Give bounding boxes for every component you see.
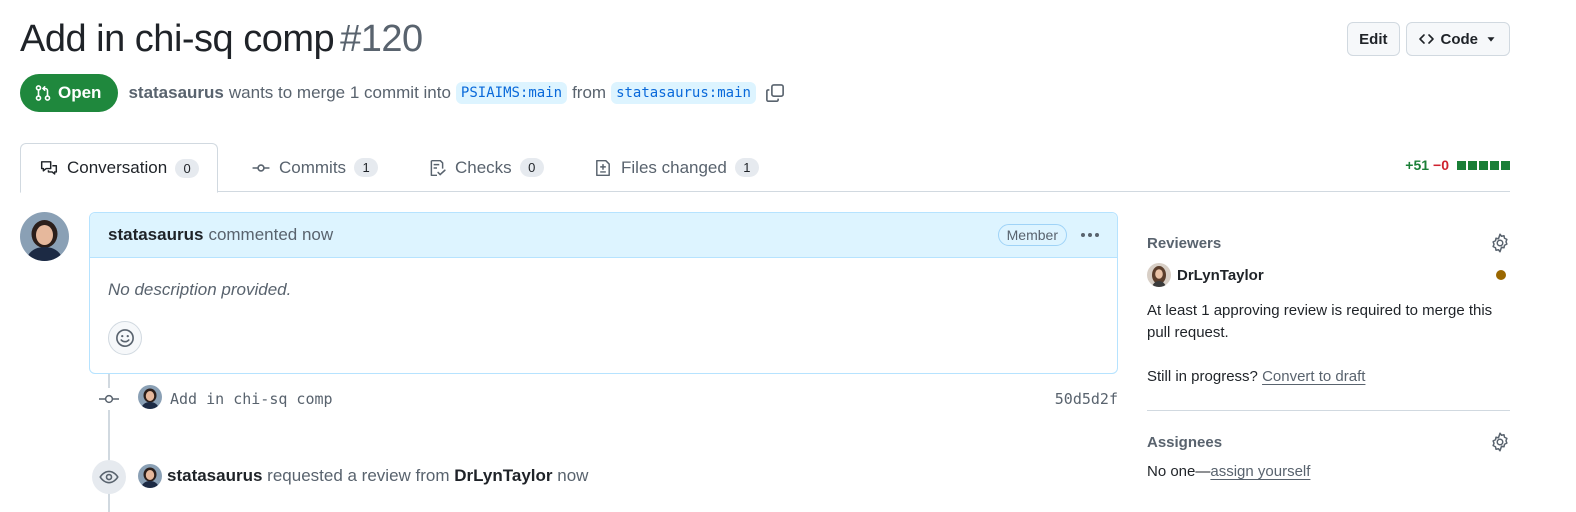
- header-actions: Edit Code: [1347, 22, 1510, 56]
- comment-author[interactable]: statasaurus: [108, 225, 203, 245]
- tab-counter: 0: [175, 158, 200, 178]
- diffstat-blocks: [1457, 160, 1510, 170]
- diffstat: +51 −0: [1405, 157, 1510, 173]
- kebab-horizontal-icon: [1081, 233, 1085, 237]
- edit-label: Edit: [1359, 30, 1388, 48]
- eye-icon: [99, 470, 119, 484]
- review-request-event: statasaurus requested a review from DrLy…: [167, 466, 588, 486]
- comment-action: commented now: [208, 225, 334, 244]
- comment-discussion-icon: [40, 161, 58, 175]
- reviewers-header: Reviewers: [1147, 226, 1510, 260]
- review-pending-status-icon: [1496, 270, 1506, 280]
- checklist-icon: [430, 159, 446, 176]
- copy-button[interactable]: [765, 83, 785, 103]
- page-title: Add in chi-sq comp #120: [20, 18, 423, 61]
- reviewer-item[interactable]: DrLynTaylor: [1147, 260, 1510, 290]
- diffstat-additions: +51: [1405, 157, 1430, 173]
- tab-files-changed[interactable]: Files changed 1: [575, 143, 777, 192]
- reviewers-settings-button[interactable]: [1490, 233, 1510, 253]
- comment-header: statasaurus commented now Member: [90, 213, 1117, 258]
- assignees-heading: Assignees: [1147, 433, 1223, 451]
- reviewer-name: DrLynTaylor: [1177, 266, 1264, 284]
- diffstat-block: [1479, 160, 1488, 170]
- no-assignee-text: No one—: [1147, 463, 1211, 480]
- diffstat-block: [1457, 160, 1466, 170]
- tab-commits[interactable]: Commits 1: [233, 143, 396, 192]
- diffstat-deletions: −0: [1433, 157, 1449, 173]
- tab-counter: 0: [519, 158, 544, 177]
- commit-sha-link[interactable]: 50d5d2f: [1055, 390, 1118, 408]
- tab-checks[interactable]: Checks 0: [409, 143, 562, 192]
- state-badge: Open: [20, 74, 119, 112]
- commit-author-avatar[interactable]: [138, 385, 162, 409]
- review-event-text: requested a review from: [267, 466, 450, 485]
- review-requested-node: [92, 460, 126, 494]
- gear-icon: [1492, 432, 1508, 452]
- diffstat-block: [1468, 160, 1477, 170]
- assignees-header: Assignees: [1147, 425, 1510, 459]
- base-branch[interactable]: PSIAIMS:main: [455, 82, 568, 104]
- in-progress-text: Still in progress?: [1147, 368, 1258, 385]
- tab-label: Files changed: [621, 157, 727, 177]
- pr-number: #120: [340, 18, 423, 60]
- tab-counter: 1: [354, 158, 379, 177]
- tab-label: Checks: [455, 157, 512, 177]
- merge-text: wants to merge 1 commit into: [228, 83, 451, 102]
- pr-title: Add in chi-sq comp: [20, 18, 335, 60]
- git-commit-icon: [252, 163, 270, 172]
- commit-node: [97, 388, 121, 410]
- author-avatar[interactable]: [20, 212, 69, 261]
- tab-conversation[interactable]: Conversation 0: [20, 143, 219, 193]
- sidebar: Reviewers DrLynTaylor At least 1 approvi…: [1147, 226, 1510, 483]
- draft-prompt: Still in progress? Convert to draft: [1147, 366, 1510, 388]
- gear-icon: [1492, 233, 1508, 253]
- git-pull-request-icon: [35, 85, 51, 101]
- pr-description-comment: statasaurus commented now Member No desc…: [89, 212, 1118, 374]
- tab-counter: 1: [734, 158, 759, 177]
- review-requirement-note: At least 1 approving review is required …: [1147, 302, 1493, 341]
- pr-meta: Open statasaurus wants to merge 1 commit…: [20, 74, 785, 112]
- convert-to-draft-link[interactable]: Convert to draft: [1262, 368, 1365, 385]
- requested-reviewer-link[interactable]: DrLynTaylor: [454, 466, 552, 485]
- triangle-down-icon: [1487, 37, 1495, 42]
- copy-icon: [766, 84, 784, 102]
- code-icon: [1418, 34, 1434, 44]
- smiley-icon: [116, 329, 134, 347]
- review-actor-link[interactable]: statasaurus: [167, 466, 262, 485]
- assign-yourself-link[interactable]: assign yourself: [1210, 463, 1310, 480]
- code-label: Code: [1440, 30, 1479, 48]
- from-text: from: [572, 83, 607, 102]
- head-branch[interactable]: statasaurus:main: [611, 82, 756, 104]
- review-event-time: now: [557, 466, 589, 485]
- file-diff-icon: [596, 159, 610, 176]
- tab-label: Conversation: [67, 158, 168, 177]
- reviewers-heading: Reviewers: [1147, 234, 1222, 252]
- code-button[interactable]: Code: [1405, 22, 1510, 56]
- diffstat-block: [1490, 160, 1499, 170]
- commit-message-link[interactable]: Add in chi-sq comp: [170, 390, 333, 408]
- reviewer-avatar: [1147, 263, 1171, 287]
- review-actor-avatar[interactable]: [138, 464, 162, 488]
- comment-body: No description provided.: [108, 280, 292, 299]
- pr-tabs: Conversation 0 Commits 1 Checks 0 Files …: [20, 143, 1510, 193]
- git-commit-icon: [99, 394, 119, 404]
- edit-button[interactable]: Edit: [1347, 22, 1400, 56]
- member-badge: Member: [997, 224, 1067, 246]
- diffstat-block: [1501, 160, 1510, 170]
- tab-label: Commits: [279, 157, 347, 177]
- assignees-settings-button[interactable]: [1490, 432, 1510, 452]
- add-reaction-button[interactable]: [108, 321, 142, 355]
- comment-options-button[interactable]: [1081, 233, 1099, 237]
- assignees-value: No one—assign yourself: [1147, 461, 1510, 483]
- sidebar-divider: [1147, 410, 1510, 411]
- state-label: Open: [58, 83, 102, 102]
- pr-author-link[interactable]: statasaurus: [128, 83, 223, 103]
